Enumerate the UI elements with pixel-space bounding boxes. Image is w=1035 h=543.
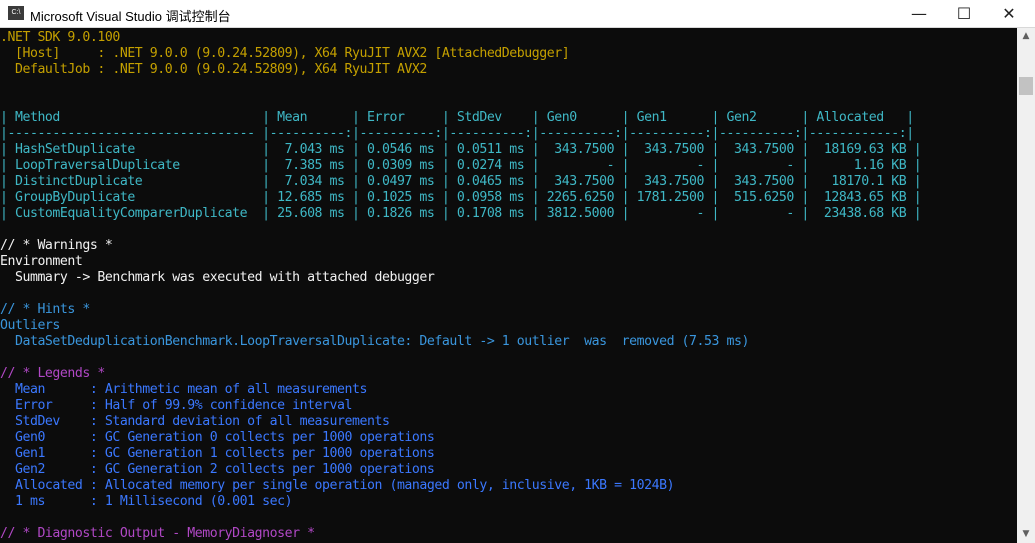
host-line: [Host] : .NET 9.0.0 (9.0.24.52809), X64 … xyxy=(0,46,570,61)
console-output[interactable]: .NET SDK 9.0.100 [Host] : .NET 9.0.0 (9.… xyxy=(0,28,1017,543)
legend-item: Error : Half of 99.9% confidence interva… xyxy=(0,398,353,413)
outlier-detail: DataSetDeduplicationBenchmark.LoopTraver… xyxy=(0,334,749,349)
table-row: | HashSetDuplicate | 7.043 ms | 0.0546 m… xyxy=(0,142,922,157)
table-separator: |--------------------------------- |----… xyxy=(0,126,914,141)
legend-item: StdDev : Standard deviation of all measu… xyxy=(0,414,390,429)
defaultjob-line: DefaultJob : .NET 9.0.0 (9.0.24.52809), … xyxy=(0,62,427,77)
legend-item: Allocated : Allocated memory per single … xyxy=(0,478,675,493)
summary-line: Summary -> Benchmark was executed with a… xyxy=(0,270,435,285)
scroll-down-icon[interactable]: ▼ xyxy=(1017,526,1035,543)
table-row: | GroupByDuplicate | 12.685 ms | 0.1025 … xyxy=(0,190,922,205)
vertical-scrollbar[interactable]: ▲ ▼ xyxy=(1017,28,1035,543)
maximize-button[interactable]: ☐ xyxy=(941,0,987,28)
legend-item: 1 ms : 1 Millisecond (0.001 sec) xyxy=(0,494,293,509)
table-row: | CustomEqualityComparerDuplicate | 25.6… xyxy=(0,206,922,221)
window-title: Microsoft Visual Studio 调试控制台 xyxy=(30,9,231,24)
close-button[interactable]: ✕ xyxy=(986,0,1032,28)
minimize-button[interactable]: — xyxy=(896,0,942,28)
legend-item: Mean : Arithmetic mean of all measuremen… xyxy=(0,382,367,397)
console-app-icon: C:\ xyxy=(8,6,24,20)
table-row: | DistinctDuplicate | 7.034 ms | 0.0497 … xyxy=(0,174,922,189)
legend-item: Gen2 : GC Generation 2 collects per 1000… xyxy=(0,462,435,477)
legend-item: Gen1 : GC Generation 1 collects per 1000… xyxy=(0,446,435,461)
title-bar: C:\ Microsoft Visual Studio 调试控制台 — ☐ ✕ xyxy=(0,0,1035,28)
environment-label: Environment xyxy=(0,254,83,269)
warnings-header: // * Warnings * xyxy=(0,238,113,253)
sdk-line: .NET SDK 9.0.100 xyxy=(0,30,120,45)
legends-header: // * Legends * xyxy=(0,366,105,381)
scroll-up-icon[interactable]: ▲ xyxy=(1017,28,1035,45)
legend-item: Gen0 : GC Generation 0 collects per 1000… xyxy=(0,430,435,445)
diagnostic-header: // * Diagnostic Output - MemoryDiagnoser… xyxy=(0,526,315,541)
outliers-label: Outliers xyxy=(0,318,60,333)
table-row: | LoopTraversalDuplicate | 7.385 ms | 0.… xyxy=(0,158,922,173)
hints-header: // * Hints * xyxy=(0,302,90,317)
table-header: | Method | Mean | Error | StdDev | Gen0 … xyxy=(0,110,914,125)
scrollbar-thumb[interactable] xyxy=(1019,77,1033,95)
